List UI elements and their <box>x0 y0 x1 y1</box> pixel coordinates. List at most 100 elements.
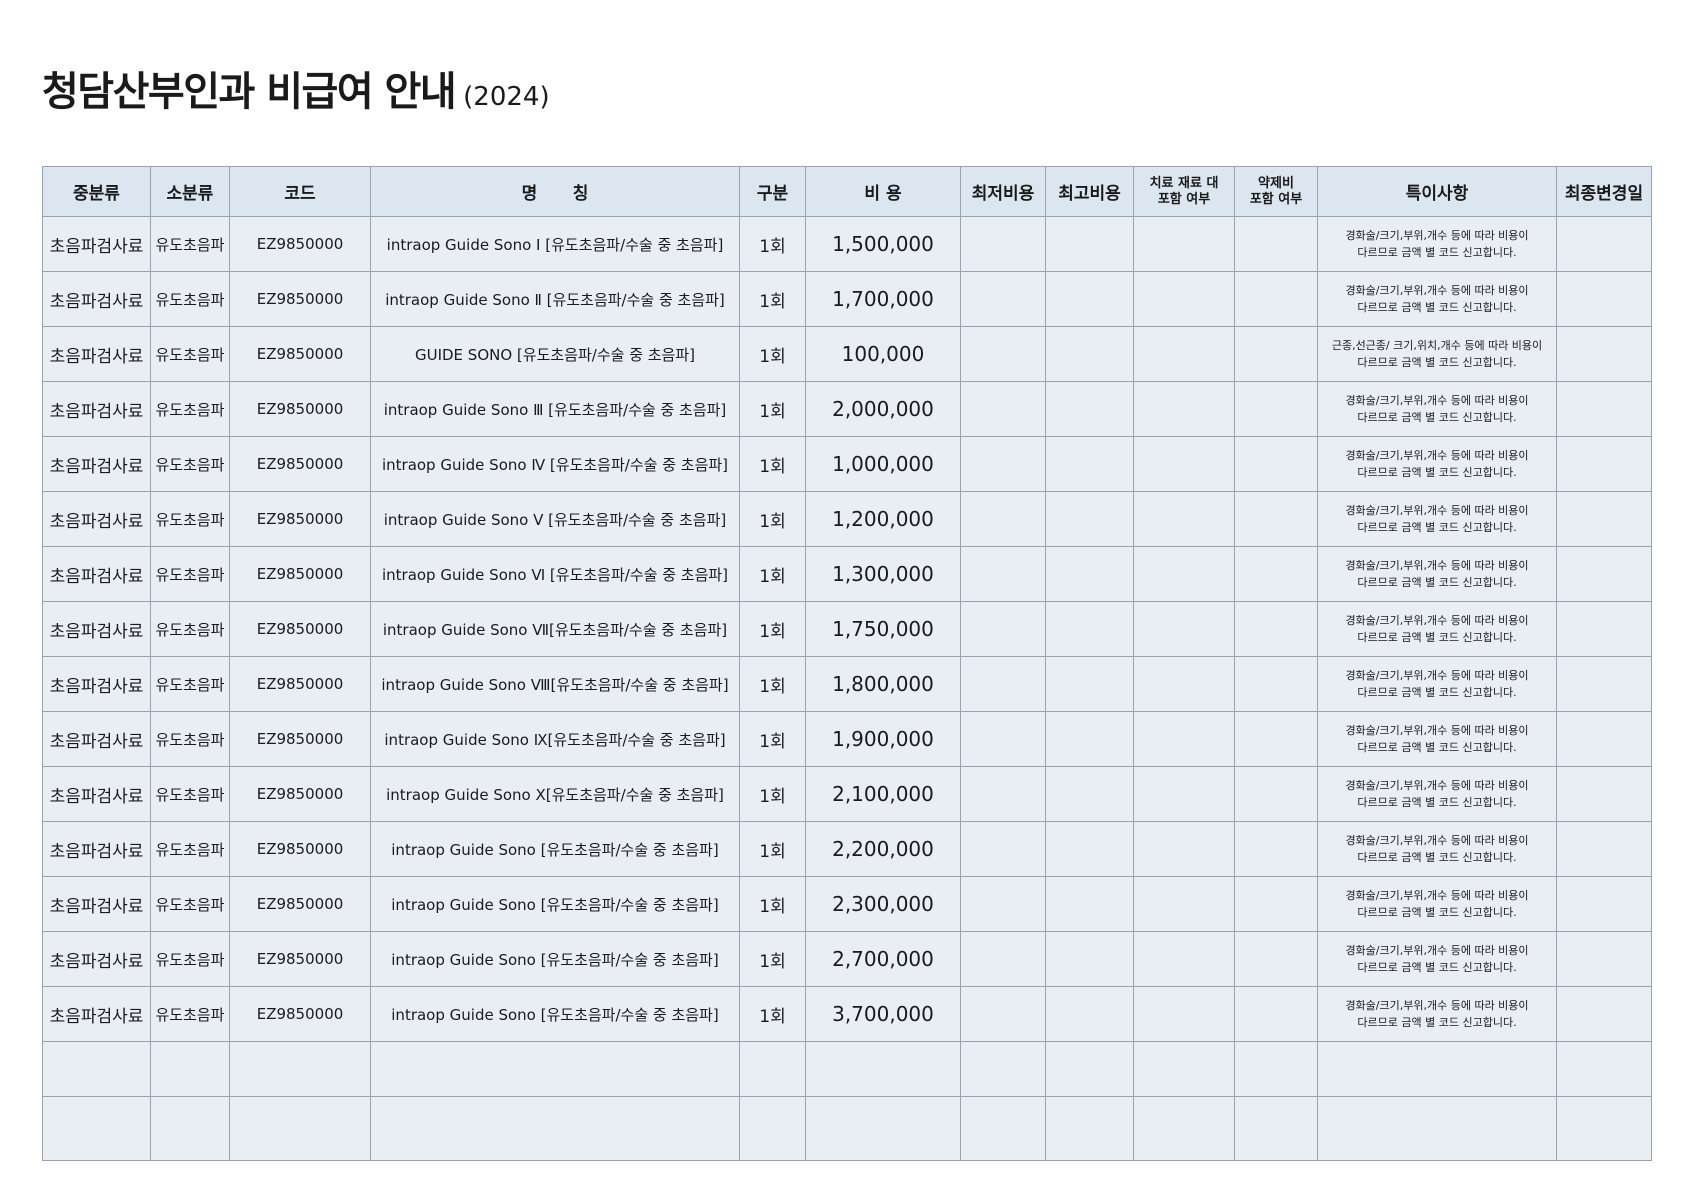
cell-min-cost <box>960 821 1046 877</box>
cell-min-cost <box>960 271 1046 327</box>
cell-notes: 경화술/크기,부위,개수 등에 따라 비용이 다르므로 금액 별 코드 신고합니다… <box>1317 876 1557 932</box>
cell-min-cost <box>960 656 1046 712</box>
cell-cost: 2,200,000 <box>805 821 961 877</box>
cell-cost: 2,000,000 <box>805 381 961 437</box>
cell-min-cost <box>960 436 1046 492</box>
cell-name: intraop Guide Sono [유도초음파/수술 중 초음파] <box>370 876 740 932</box>
cell-notes: 경화술/크기,부위,개수 등에 따라 비용이 다르므로 금액 별 코드 신고합니다… <box>1317 601 1557 657</box>
cell-last-modified <box>1556 876 1652 932</box>
cell-code: EZ9850000 <box>229 381 371 437</box>
empty-row <box>42 1041 1652 1097</box>
cell-min-cost <box>960 601 1046 657</box>
cell-code: EZ9850000 <box>229 656 371 712</box>
cell-name: intraop Guide Sono [유도초음파/수술 중 초음파] <box>370 931 740 987</box>
cell-code: EZ9850000 <box>229 601 371 657</box>
header-cost: 비 용 <box>805 166 961 217</box>
cell-sub-category: 유도초음파 <box>150 986 230 1042</box>
cell-code: EZ9850000 <box>229 711 371 767</box>
cell-last-modified <box>1556 381 1652 437</box>
cell-sub-category: 유도초음파 <box>150 436 230 492</box>
cell-drug-cost <box>1234 656 1318 712</box>
cell-max-cost <box>1045 656 1134 712</box>
cell-name: intraop Guide Sono Ⅹ[유도초음파/수술 중 초음파] <box>370 766 740 822</box>
cell-notes: 경화술/크기,부위,개수 등에 따라 비용이 다르므로 금액 별 코드 신고합니다… <box>1317 271 1557 327</box>
cell-cost: 2,300,000 <box>805 876 961 932</box>
note-line: 다르므로 금액 별 코드 신고합니다. <box>1357 246 1517 259</box>
cell-max-cost <box>1045 326 1134 382</box>
cell-treatment-material <box>1133 491 1235 547</box>
note-line: 경화술/크기,부위,개수 등에 따라 비용이 <box>1345 669 1529 682</box>
cell-cost: 1,800,000 <box>805 656 961 712</box>
cell-cost: 2,700,000 <box>805 931 961 987</box>
cell-max-cost <box>1045 381 1134 437</box>
table-row: 초음파검사료 유도초음파 EZ9850000 intraop Guide Sono [… <box>42 876 1652 932</box>
cell-last-modified <box>1556 821 1652 877</box>
cell-mid-category: 초음파검사료 <box>42 601 151 657</box>
cell-mid-category: 초음파검사료 <box>42 271 151 327</box>
cell-mid-category: 초음파검사료 <box>42 821 151 877</box>
cell-mid-category: 초음파검사료 <box>42 711 151 767</box>
table-row: 초음파검사료 유도초음파 EZ9850000 intraop Guide Sono [… <box>42 986 1652 1042</box>
cell-code: EZ9850000 <box>229 546 371 602</box>
header-code: 코드 <box>229 166 371 217</box>
note-line: 다르므로 금액 별 코드 신고합니다. <box>1357 631 1517 644</box>
cell-last-modified <box>1556 546 1652 602</box>
cell-sub-category: 유도초음파 <box>150 821 230 877</box>
cell-treatment-material <box>1133 546 1235 602</box>
cell-mid-category: 초음파검사료 <box>42 216 151 272</box>
cell-code: EZ9850000 <box>229 821 371 877</box>
cell-unit: 1회 <box>739 601 806 657</box>
header-unit: 구분 <box>739 166 806 217</box>
cell-unit: 1회 <box>739 986 806 1042</box>
cell-unit: 1회 <box>739 711 806 767</box>
table-row: 초음파검사료 유도초음파 EZ9850000 intraop Guide Sono Ⅲ… <box>42 381 1652 437</box>
cell-sub-category: 유도초음파 <box>150 546 230 602</box>
header-name: 명 칭 <box>370 166 740 217</box>
table-row: 초음파검사료 유도초음파 EZ9850000 intraop Guide Sono Ⅱ… <box>42 271 1652 327</box>
cell-last-modified <box>1556 711 1652 767</box>
note-line: 경화술/크기,부위,개수 등에 따라 비용이 <box>1345 724 1529 737</box>
cell-treatment-material <box>1133 876 1235 932</box>
cell-unit: 1회 <box>739 546 806 602</box>
cell-code: EZ9850000 <box>229 271 371 327</box>
cell-min-cost <box>960 381 1046 437</box>
cell-name: intraop Guide Sono Ⅵ [유도초음파/수술 중 초음파] <box>370 546 740 602</box>
cell-code: EZ9850000 <box>229 491 371 547</box>
cell-notes: 경화술/크기,부위,개수 등에 따라 비용이 다르므로 금액 별 코드 신고합니다… <box>1317 381 1557 437</box>
header-treatment-material-line1: 치료 재료 대 <box>1149 175 1219 191</box>
table-row: 초음파검사료 유도초음파 EZ9850000 intraop Guide Sono Ⅶ… <box>42 601 1652 657</box>
cell-drug-cost <box>1234 326 1318 382</box>
note-line: 경화술/크기,부위,개수 등에 따라 비용이 <box>1345 999 1529 1012</box>
cell-code: EZ9850000 <box>229 436 371 492</box>
cell-sub-category: 유도초음파 <box>150 216 230 272</box>
cell-drug-cost <box>1234 931 1318 987</box>
note-line: 다르므로 금액 별 코드 신고합니다. <box>1357 906 1517 919</box>
empty-row <box>42 1096 1652 1161</box>
header-mid-category: 중분류 <box>42 166 151 217</box>
cell-treatment-material <box>1133 216 1235 272</box>
cell-notes: 경화술/크기,부위,개수 등에 따라 비용이 다르므로 금액 별 코드 신고합니다… <box>1317 766 1557 822</box>
cell-sub-category: 유도초음파 <box>150 766 230 822</box>
cell-last-modified <box>1556 491 1652 547</box>
cell-name: intraop Guide Sono Ⅱ [유도초음파/수술 중 초음파] <box>370 271 740 327</box>
cell-name: intraop Guide Sono Ⅶ[유도초음파/수술 중 초음파] <box>370 601 740 657</box>
note-line: 경화술/크기,부위,개수 등에 따라 비용이 <box>1345 944 1529 957</box>
cell-notes: 근종,선근종/ 크기,위치,개수 등에 따라 비용이 다르므로 금액 별 코드 신… <box>1317 326 1557 382</box>
note-line: 경화술/크기,부위,개수 등에 따라 비용이 <box>1345 394 1529 407</box>
cell-last-modified <box>1556 326 1652 382</box>
cell-cost: 1,700,000 <box>805 271 961 327</box>
note-line: 경화술/크기,부위,개수 등에 따라 비용이 <box>1345 504 1529 517</box>
cell-name: intraop Guide Sono Ⅷ[유도초음파/수술 중 초음파] <box>370 656 740 712</box>
note-line: 다르므로 금액 별 코드 신고합니다. <box>1357 1016 1517 1029</box>
cell-unit: 1회 <box>739 326 806 382</box>
note-line: 다르므로 금액 별 코드 신고합니다. <box>1357 356 1517 369</box>
cell-code: EZ9850000 <box>229 876 371 932</box>
cell-treatment-material <box>1133 436 1235 492</box>
cell-treatment-material <box>1133 821 1235 877</box>
cell-cost: 3,700,000 <box>805 986 961 1042</box>
cell-sub-category: 유도초음파 <box>150 656 230 712</box>
note-line: 경화술/크기,부위,개수 등에 따라 비용이 <box>1345 284 1529 297</box>
cell-unit: 1회 <box>739 656 806 712</box>
cell-max-cost <box>1045 601 1134 657</box>
table-row: 초음파검사료 유도초음파 EZ9850000 intraop Guide Sono [… <box>42 931 1652 987</box>
